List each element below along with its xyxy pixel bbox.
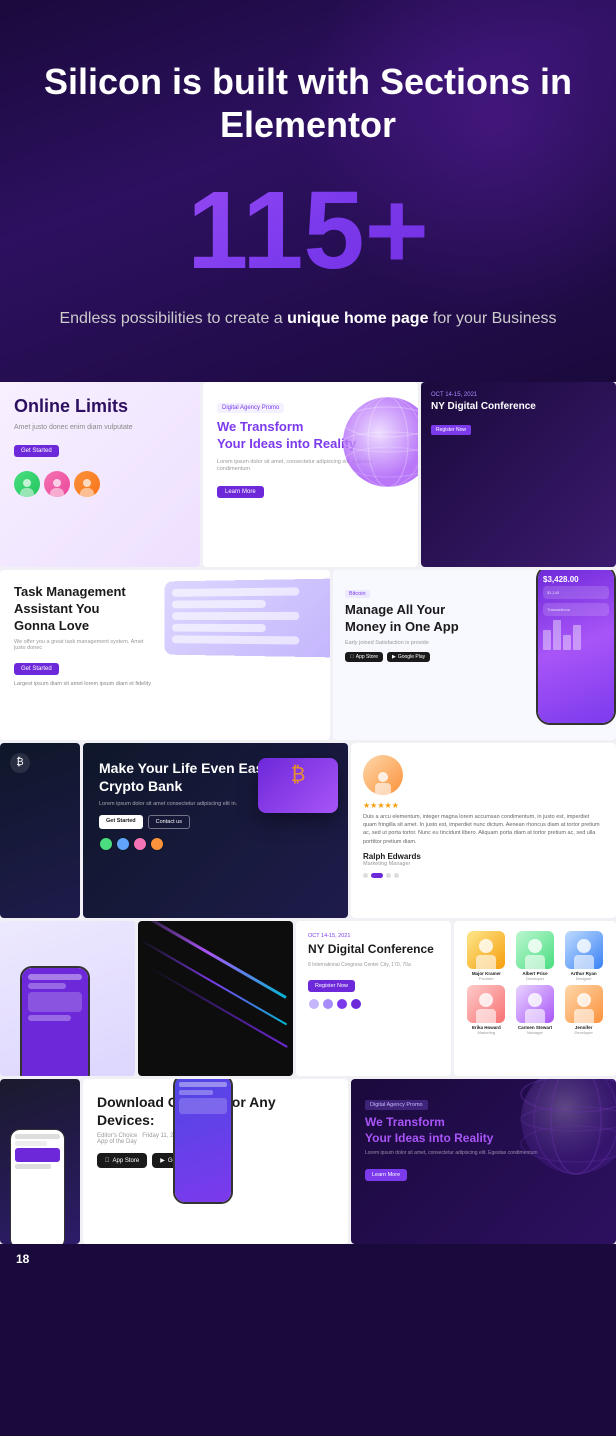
transform-badge: Digital Agency Promo: [217, 403, 284, 413]
team-member-1: Major Kramer Founder: [464, 931, 509, 981]
team-member-2: Albert Price Developer: [513, 931, 558, 981]
testimonial-stars: ★★★★★: [363, 801, 604, 810]
sphere-decoration: [338, 392, 418, 492]
appstore-btn[interactable]:  App Store: [345, 652, 383, 662]
testimonial-role: Marketing Manager: [363, 861, 604, 867]
ny-sub: 8 International Congress Center City, 17…: [308, 962, 439, 968]
neon-lines: [138, 921, 293, 1076]
card-transform-2: Digital Agency Promo We TransformYour Id…: [351, 1079, 616, 1244]
testimonial-name: Ralph Edwards: [363, 852, 604, 861]
card-team: Major Kramer Founder Albert Price Develo…: [454, 921, 616, 1076]
phone-hand-screen: [20, 966, 90, 1076]
task-screen: [165, 578, 330, 657]
task-decoration: [130, 570, 330, 740]
money-badge: Bitcoin: [345, 590, 370, 598]
team-grid: Major Kramer Founder Albert Price Develo…: [464, 931, 606, 1035]
transform-btn[interactable]: Learn More: [217, 486, 264, 498]
hero-subtitle: Endless possibilities to create a unique…: [40, 306, 576, 332]
phone-outer: $3,428.00 $1,140 Transactions: [536, 570, 616, 725]
avatar-3: [74, 471, 100, 497]
grid-section: Online Limits Amet justo donec enim diam…: [0, 382, 616, 1244]
avatar-1: [14, 471, 40, 497]
card-phone-hand: [0, 921, 135, 1076]
transform2-badge: Digital Agency Promo: [365, 1100, 428, 1110]
phone-screen: $3,428.00 $1,140 Transactions: [538, 570, 614, 723]
team-member-4: Erika Howard Marketing: [464, 985, 509, 1035]
crypto-buttons: Get Started Contact us: [99, 815, 332, 829]
card-online-limits: Online Limits Amet justo donec enim diam…: [0, 382, 200, 567]
task-title: Task Management Assistant You Gonna Love: [14, 584, 144, 635]
row-2: Task Management Assistant You Gonna Love…: [0, 570, 616, 740]
card-crypto-small: ₿: [0, 743, 80, 918]
testimonial-avatar: [363, 755, 403, 795]
small-phone: [10, 1129, 65, 1244]
card-app-hand: [0, 1079, 80, 1244]
bitcoin-card-deco: ₿: [258, 758, 338, 813]
row-1: Online Limits Amet justo donec enim diam…: [0, 382, 616, 567]
card-ny-conference: OCT 14-15, 2021 NY Digital Conference Re…: [421, 382, 616, 567]
card-download: Download Our App for Any Devices: Editor…: [83, 1079, 348, 1244]
testimonial-text: Duis a arcu elementum, integer magna lor…: [363, 813, 604, 846]
spiral-decoration: [516, 1079, 616, 1179]
ny-attendees: [308, 998, 439, 1010]
task-sub: We offer you a great task management sys…: [14, 639, 144, 651]
row-4: OCT 14-15, 2021 NY Digital Conference 8 …: [0, 921, 616, 1076]
money-sub: Early joined Satisfaction is provide: [345, 640, 455, 646]
money-title: Manage All Your Money in One App: [345, 602, 465, 636]
crypto-btn-contact[interactable]: Contact us: [148, 815, 190, 829]
page-number: 18: [16, 1252, 29, 1266]
ny-btn[interactable]: Register Now: [308, 980, 355, 992]
ny-title: NY Digital Conference: [308, 942, 439, 958]
download-appstore-btn[interactable]:  App Store: [97, 1153, 147, 1168]
phone-showcase: [163, 1079, 243, 1234]
conf-btn[interactable]: Register Now: [431, 425, 471, 435]
avatars-row: [14, 471, 186, 497]
conf-date: OCT 14-15, 2021: [431, 392, 606, 398]
hero-section: Silicon is built with Sections in Elemen…: [0, 0, 616, 382]
card-neon: [138, 921, 293, 1076]
testimonial-pagination: [363, 873, 604, 878]
card-testimonial: ★★★★★ Duis a arcu elementum, integer mag…: [351, 743, 616, 918]
phone-mockup: $3,428.00 $1,140 Transactions: [496, 570, 616, 740]
avatar-2: [44, 471, 70, 497]
conf-title: NY Digital Conference: [431, 401, 606, 413]
row-3: ₿ Make Your Life Even Easier with Crypto…: [0, 743, 616, 918]
transform2-btn[interactable]: Learn More: [365, 1169, 407, 1181]
row-5: Download Our App for Any Devices: Editor…: [0, 1079, 616, 1244]
card-manage-money: Bitcoin Manage All Your Money in One App…: [333, 570, 616, 740]
team-member-6: Jennifer Developer: [561, 985, 606, 1035]
card-task-management: Task Management Assistant You Gonna Love…: [0, 570, 330, 740]
googleplay-btn[interactable]: ▶ Google Play: [387, 652, 430, 662]
hero-title: Silicon is built with Sections in Elemen…: [40, 60, 576, 146]
play-icon: ▶: [392, 654, 396, 660]
apple-icon: : [350, 654, 354, 660]
page-footer: 18: [0, 1244, 616, 1274]
card-crypto-main: Make Your Life Even Easier with Crypto B…: [83, 743, 348, 918]
apple-icon-dl: : [105, 1158, 110, 1164]
crypto-btn-start[interactable]: Get Started: [99, 815, 143, 829]
hero-number: 115+: [40, 176, 576, 286]
team-member-5: Carmen Stewart Manager: [513, 985, 558, 1035]
crypto-avatars: [99, 837, 332, 851]
online-limits-sub: Amet justo donec enim diam vulputate: [14, 424, 186, 431]
online-limits-title: Online Limits: [14, 396, 186, 418]
ny-date: OCT 14-15, 2021: [308, 933, 439, 939]
card-ny-digital: OCT 14-15, 2021 NY Digital Conference 8 …: [296, 921, 451, 1076]
task-btn[interactable]: Get Started: [14, 663, 59, 675]
crypto-sub: Lorem ipsum dolor sit amet consectetur a…: [99, 801, 239, 807]
team-member-3: Arthur Ryan Designer: [561, 931, 606, 981]
online-limits-btn[interactable]: Get Started: [14, 445, 59, 457]
crypto-icon: ₿: [10, 753, 30, 773]
card-transform: Digital Agency Promo We TransformYour Id…: [203, 382, 418, 567]
